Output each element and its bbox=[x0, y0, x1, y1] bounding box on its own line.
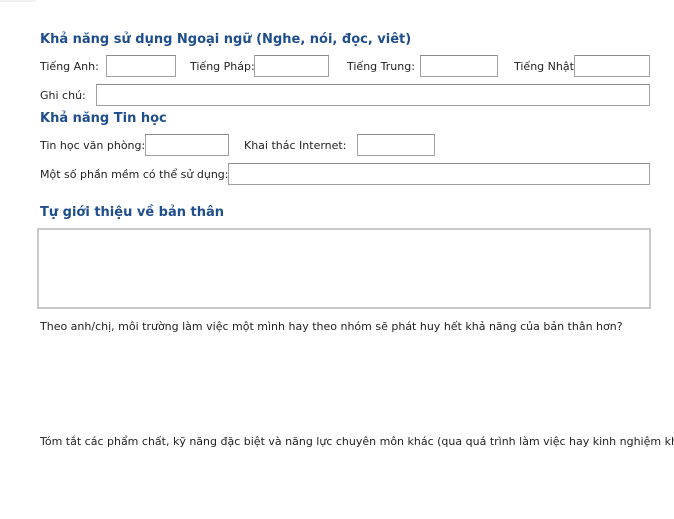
note-field[interactable] bbox=[96, 84, 650, 106]
chinese-field[interactable] bbox=[420, 55, 498, 77]
office-skills-field[interactable] bbox=[145, 134, 229, 156]
top-left-divider bbox=[0, 0, 36, 2]
chinese-label: Tiếng Trung: bbox=[347, 60, 415, 73]
work-style-question: Theo anh/chị, môi trường làm việc một mì… bbox=[40, 320, 623, 333]
english-field[interactable] bbox=[106, 55, 176, 77]
self-intro-textarea[interactable] bbox=[37, 228, 651, 309]
form-page: Khả năng sử dụng Ngoại ngữ (Nghe, nói, đ… bbox=[0, 0, 674, 519]
summary-question: Tóm tắt các phẩm chất, kỹ năng đặc biệt … bbox=[40, 435, 674, 448]
japanese-label: Tiếng Nhật: bbox=[514, 60, 578, 73]
internet-skills-label: Khai thác Internet: bbox=[244, 139, 347, 152]
self-intro-title: Tự giới thiệu về bản thân bbox=[40, 205, 225, 220]
office-skills-label: Tin học văn phòng: bbox=[40, 139, 146, 152]
foreign-language-title: Khả năng sử dụng Ngoại ngữ (Nghe, nói, đ… bbox=[40, 32, 412, 47]
note-label: Ghi chú: bbox=[40, 89, 86, 102]
french-field[interactable] bbox=[254, 55, 329, 77]
computer-skills-title: Khả năng Tin học bbox=[40, 111, 167, 126]
english-label: Tiếng Anh: bbox=[40, 60, 99, 73]
internet-skills-field[interactable] bbox=[357, 134, 435, 156]
french-label: Tiếng Pháp: bbox=[190, 60, 255, 73]
software-label: Một số phần mềm có thể sử dụng: bbox=[40, 168, 229, 181]
japanese-field[interactable] bbox=[574, 55, 650, 77]
software-field[interactable] bbox=[228, 163, 650, 185]
